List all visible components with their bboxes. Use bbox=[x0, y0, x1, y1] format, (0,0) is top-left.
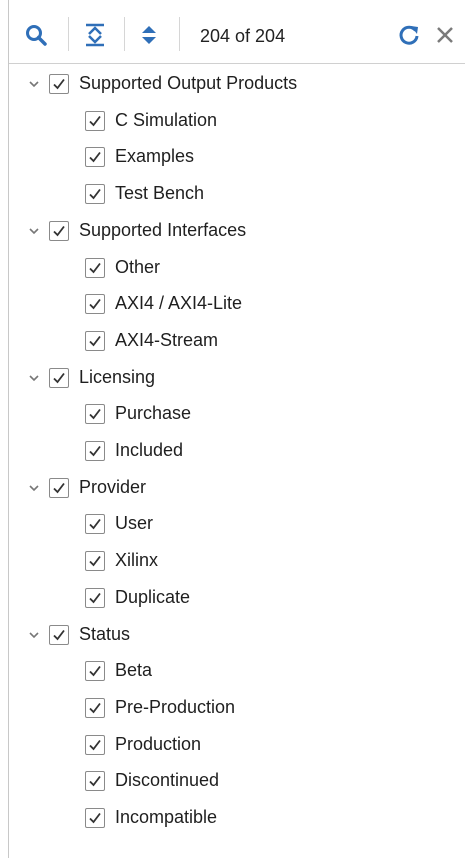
tree-item-label: AXI4 / AXI4-Lite bbox=[115, 293, 243, 313]
checkbox[interactable] bbox=[85, 404, 105, 424]
tree-item-label: C Simulation bbox=[115, 110, 218, 130]
checkbox[interactable] bbox=[49, 625, 69, 645]
tree-item-row[interactable]: Duplicate bbox=[9, 580, 465, 616]
checkbox[interactable] bbox=[85, 331, 105, 351]
tree-item-label: Provider bbox=[79, 477, 147, 497]
checkbox[interactable] bbox=[85, 661, 105, 681]
chevron-down-icon[interactable] bbox=[26, 627, 42, 643]
tree-item-row[interactable]: Production bbox=[9, 727, 465, 763]
result-count: 204 of 204 bbox=[200, 26, 286, 46]
tree-item-label: Licensing bbox=[79, 367, 156, 387]
tree-item-label: Included bbox=[115, 440, 184, 460]
tree-item-label: Discontinued bbox=[115, 770, 220, 790]
tree-item-row[interactable]: AXI4-Stream bbox=[9, 323, 465, 359]
tree-group-row[interactable]: Provider bbox=[9, 470, 465, 506]
chevron-down-icon[interactable] bbox=[26, 480, 42, 496]
tree-group-row[interactable]: Licensing bbox=[9, 360, 465, 396]
refresh-icon[interactable] bbox=[397, 22, 421, 48]
tree-item-label: Incompatible bbox=[115, 807, 218, 827]
checkbox[interactable] bbox=[49, 368, 69, 388]
checkbox[interactable] bbox=[85, 294, 105, 314]
tree-item-row[interactable]: Examples bbox=[9, 139, 465, 175]
checkbox[interactable] bbox=[85, 441, 105, 461]
tree-item-label: Supported Interfaces bbox=[79, 220, 247, 240]
tree-group-row[interactable]: Status bbox=[9, 617, 465, 653]
checkbox[interactable] bbox=[85, 735, 105, 755]
tree-item-row[interactable]: Discontinued bbox=[9, 763, 465, 799]
search-icon[interactable] bbox=[24, 22, 48, 48]
toolbar-separator bbox=[179, 17, 180, 51]
checkbox[interactable] bbox=[49, 74, 69, 94]
tree-item-label: Test Bench bbox=[115, 183, 205, 203]
toolbar-separator bbox=[124, 17, 125, 51]
checkbox[interactable] bbox=[49, 478, 69, 498]
checkbox[interactable] bbox=[85, 588, 105, 608]
checkbox[interactable] bbox=[49, 221, 69, 241]
tree-item-row[interactable]: Test Bench bbox=[9, 176, 465, 212]
checkbox[interactable] bbox=[85, 808, 105, 828]
close-icon[interactable] bbox=[433, 22, 457, 48]
tree-item-row[interactable]: Xilinx bbox=[9, 543, 465, 579]
tree-item-row[interactable]: Other bbox=[9, 250, 465, 286]
tree-item-row[interactable]: AXI4 / AXI4-Lite bbox=[9, 286, 465, 322]
tree-group-row[interactable]: Supported Output Products bbox=[9, 66, 465, 102]
tree-item-label: Supported Output Products bbox=[79, 73, 298, 93]
checkbox[interactable] bbox=[85, 258, 105, 278]
tree-item-label: AXI4-Stream bbox=[115, 330, 219, 350]
checkbox[interactable] bbox=[85, 551, 105, 571]
tree-item-label: User bbox=[115, 513, 154, 533]
toolbar-separator bbox=[68, 17, 69, 51]
collapse-all-icon[interactable] bbox=[83, 22, 107, 48]
tree-item-row[interactable]: User bbox=[9, 506, 465, 542]
tree-item-label: Production bbox=[115, 734, 202, 754]
tree-item-label: Duplicate bbox=[115, 587, 191, 607]
tree-item-label: Examples bbox=[115, 146, 195, 166]
toolbar: 204 of 204 bbox=[9, 0, 465, 64]
tree-item-label: Status bbox=[79, 624, 131, 644]
expand-all-icon[interactable] bbox=[137, 22, 161, 48]
tree-item-row[interactable]: Pre-Production bbox=[9, 690, 465, 726]
tree-item-row[interactable]: Incompatible bbox=[9, 800, 465, 836]
tree-item-row[interactable]: Included bbox=[9, 433, 465, 469]
tree-item-row[interactable]: C Simulation bbox=[9, 103, 465, 139]
checkbox[interactable] bbox=[85, 184, 105, 204]
tree-item-label: Other bbox=[115, 257, 161, 277]
tree-item-label: Purchase bbox=[115, 403, 192, 423]
checkbox[interactable] bbox=[85, 147, 105, 167]
tree-item-row[interactable]: Beta bbox=[9, 653, 465, 689]
tree-item-row[interactable]: Purchase bbox=[9, 396, 465, 432]
chevron-down-icon[interactable] bbox=[26, 76, 42, 92]
checkbox[interactable] bbox=[85, 698, 105, 718]
tree-item-label: Xilinx bbox=[115, 550, 159, 570]
filter-panel: 204 of 204 Supported Output Products C Si… bbox=[8, 0, 465, 858]
chevron-down-icon[interactable] bbox=[26, 223, 42, 239]
checkbox[interactable] bbox=[85, 111, 105, 131]
tree-group-row[interactable]: Supported Interfaces bbox=[9, 213, 465, 249]
chevron-down-icon[interactable] bbox=[26, 370, 42, 386]
tree-item-label: Pre-Production bbox=[115, 697, 236, 717]
tree-item-label: Beta bbox=[115, 660, 153, 680]
checkbox[interactable] bbox=[85, 771, 105, 791]
checkbox[interactable] bbox=[85, 514, 105, 534]
